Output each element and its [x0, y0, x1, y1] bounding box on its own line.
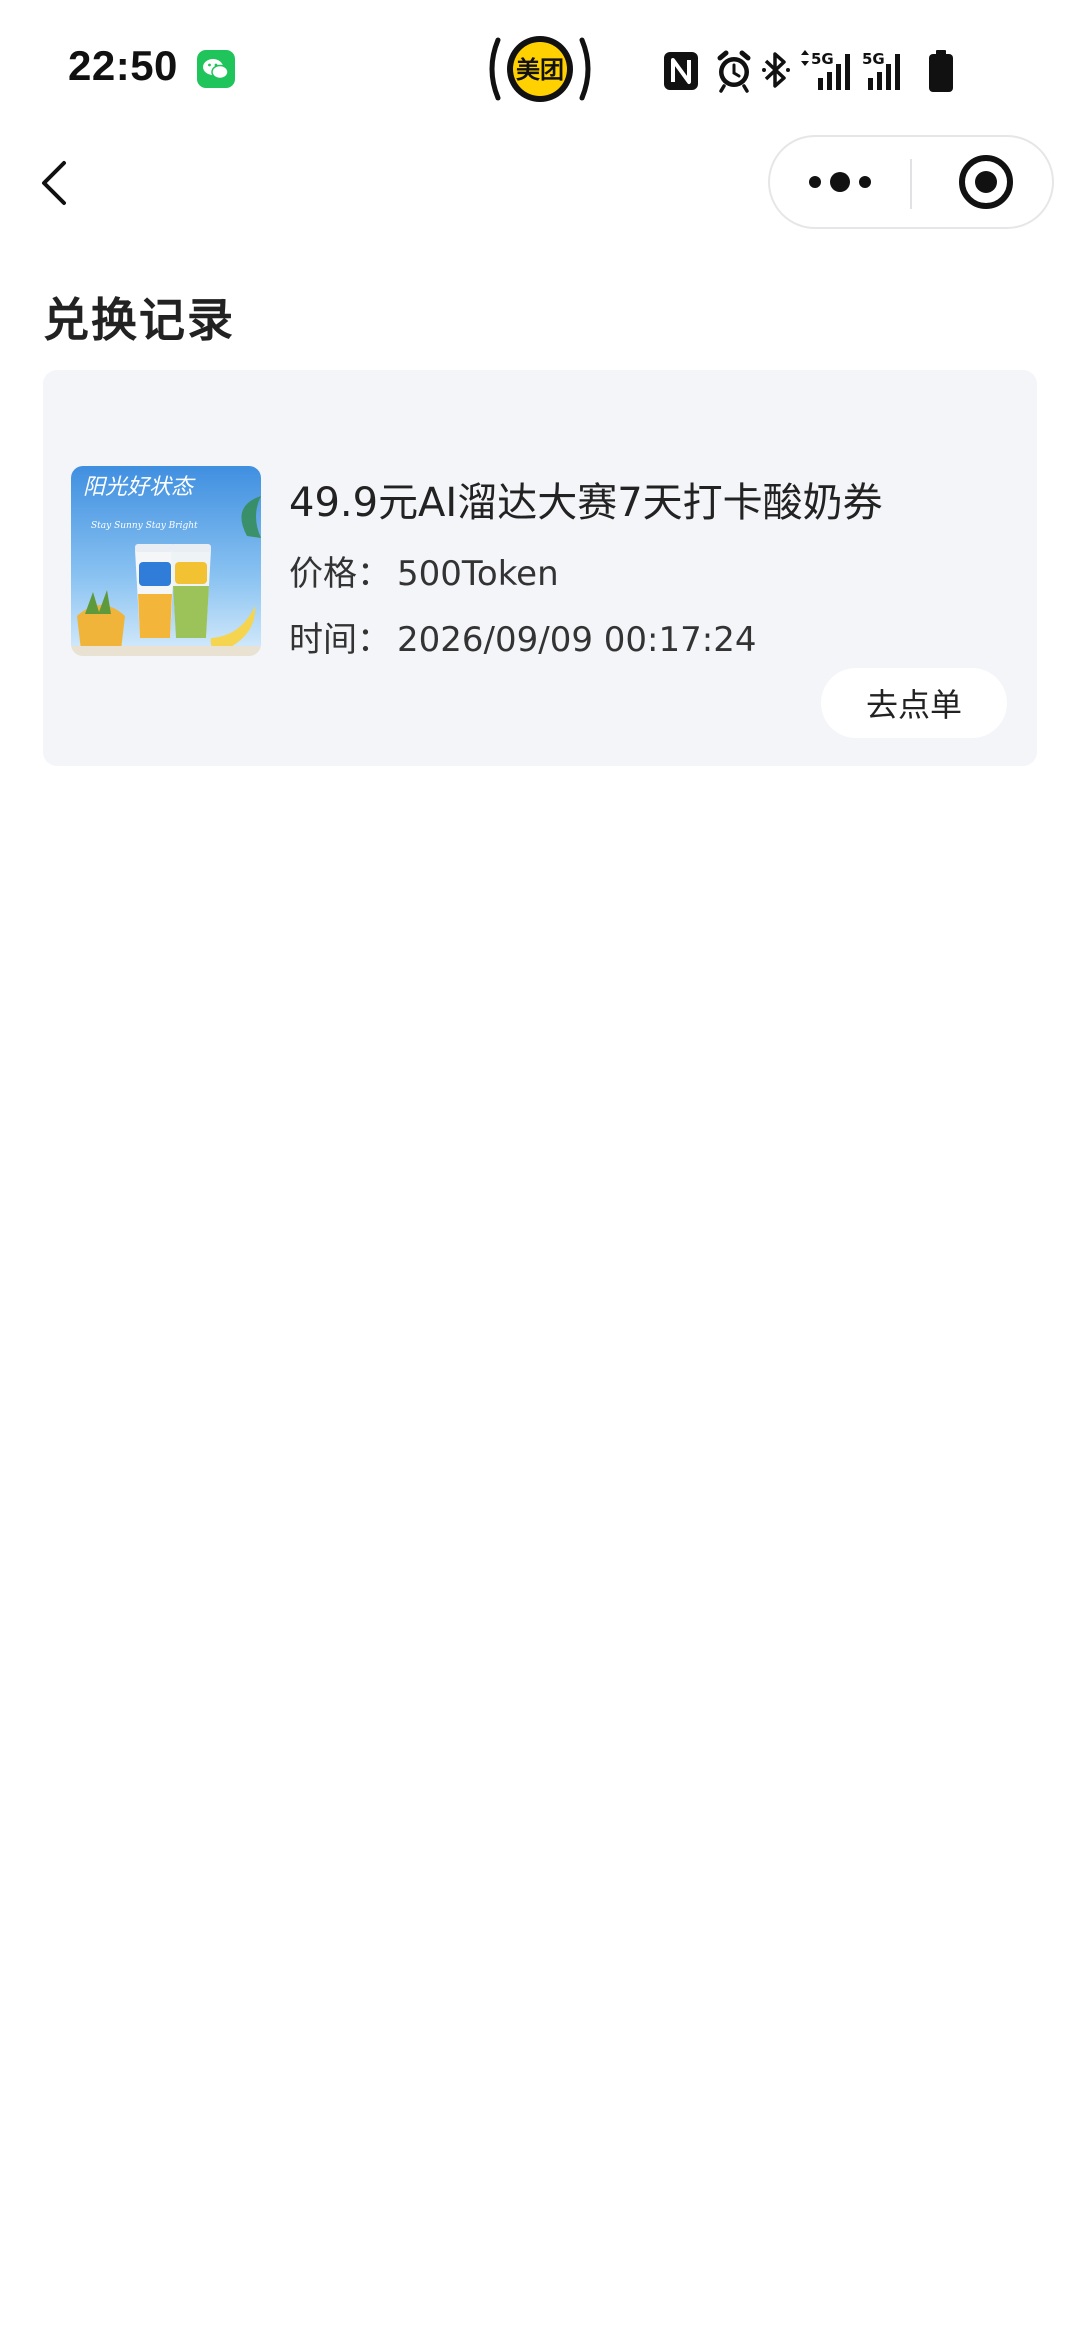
back-button[interactable] [30, 155, 86, 211]
status-time: 22:50 [68, 42, 178, 89]
network-label-2: 5G [862, 50, 885, 68]
more-button[interactable] [770, 137, 910, 227]
nav-bar [0, 135, 1080, 231]
product-image-title: 阳光好状态 [83, 475, 196, 500]
signal-5g-icon: 5G [801, 50, 850, 90]
time-label: 时间： [289, 620, 391, 660]
page-title: 兑换记录 [43, 293, 235, 347]
time-value: 2026/09/09 00:17:24 [397, 620, 757, 660]
more-dots-icon [809, 172, 871, 192]
price-value: 500Token [397, 554, 559, 594]
status-bar: 22:50 美团 5G 5G [0, 0, 1080, 135]
status-icons: 5G 5G [662, 46, 1002, 94]
price-line: 价格： 500Token [289, 546, 559, 595]
product-name: 49.9元AI溜达大赛7天打卡酸奶券 [289, 480, 883, 526]
signal-5g-icon: 5G [862, 50, 900, 90]
meituan-icon: 美团 [484, 32, 596, 106]
bluetooth-icon [762, 52, 790, 88]
battery-icon [929, 50, 953, 92]
meituan-label: 美团 [516, 56, 564, 84]
yogurt-product-image: 阳光好状态 Stay Sunny Stay Bright [71, 466, 261, 656]
product-image-subtitle: Stay Sunny Stay Bright [91, 521, 198, 531]
alarm-icon [717, 50, 751, 93]
network-label-1: 5G [811, 50, 834, 68]
nfc-icon [664, 52, 698, 90]
wechat-icon [197, 50, 235, 88]
price-label: 价格： [289, 554, 391, 594]
time-line: 时间： 2026/09/09 00:17:24 [289, 612, 756, 661]
record-card: 阳光好状态 Stay Sunny Stay Bright 49.9元AI溜达大赛… [43, 370, 1037, 766]
mini-program-capsule [768, 135, 1054, 229]
chevron-left-icon [42, 161, 66, 205]
close-button[interactable] [912, 137, 1054, 227]
target-close-icon [959, 155, 1013, 209]
go-order-button[interactable]: 去点单 [821, 668, 1007, 738]
